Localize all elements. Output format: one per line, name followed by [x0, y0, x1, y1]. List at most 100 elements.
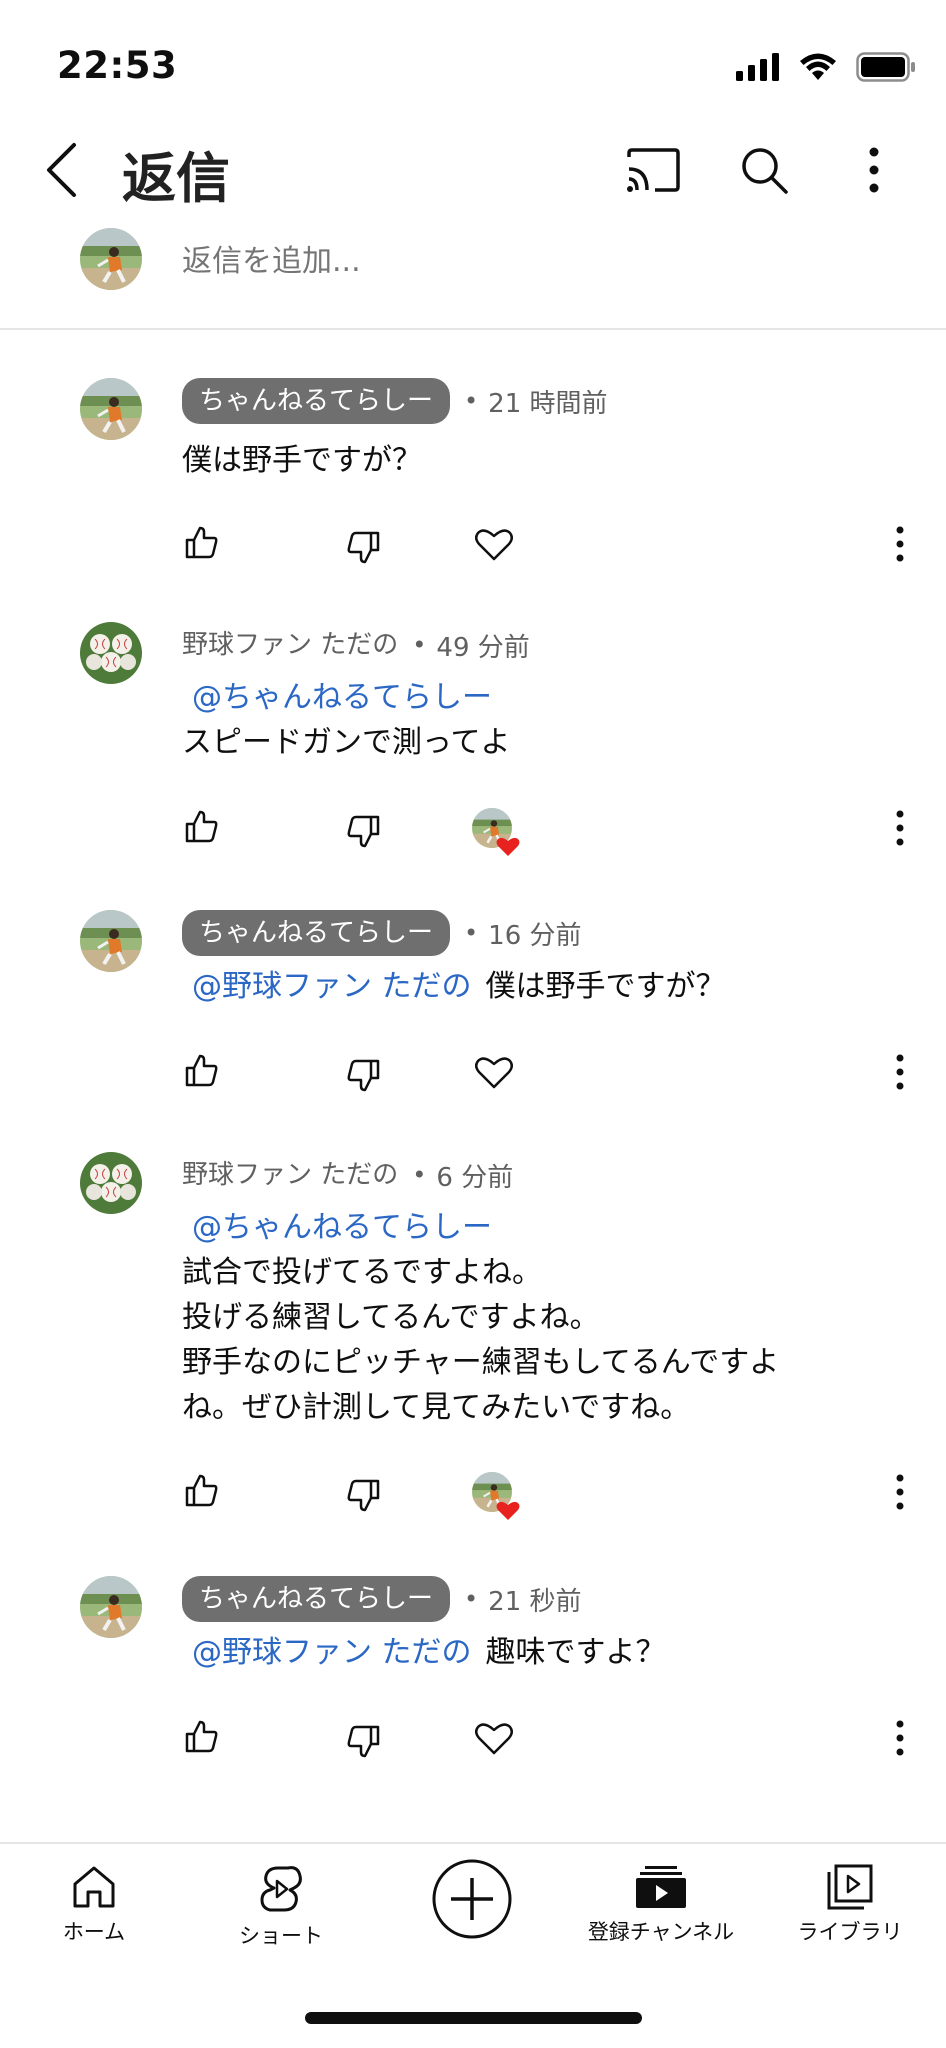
status-icons: [736, 52, 916, 82]
comment-meta: ちゃんねるてらしー • 16 分前: [182, 910, 582, 956]
battery-icon: [856, 52, 915, 82]
creator-heart-badge: [470, 1470, 520, 1520]
nav-library[interactable]: ライブラリ: [797, 1864, 903, 1946]
creator-author-badge[interactable]: ちゃんねるてらしー: [182, 910, 451, 956]
mention-link[interactable]: @野球ファン ただの: [192, 969, 472, 1004]
creator-author-badge[interactable]: ちゃんねるてらしー: [182, 378, 451, 424]
dislike-button[interactable]: [341, 526, 385, 570]
avatar[interactable]: [80, 622, 142, 684]
like-button[interactable]: [180, 1468, 224, 1512]
avatar: [80, 228, 142, 290]
avatar[interactable]: [80, 910, 142, 972]
nav-label: 登録チャンネル: [587, 1920, 735, 1944]
chevron-left-icon: [47, 143, 76, 197]
comment-time: 16 分前: [488, 920, 582, 951]
more-vertical-icon: [896, 1474, 904, 1510]
dislike-button[interactable]: [341, 1054, 385, 1098]
search-button[interactable]: [734, 140, 794, 200]
avatar[interactable]: [80, 1152, 142, 1214]
comment-time: 21 時間前: [488, 388, 608, 419]
mention-link[interactable]: @ちゃんねるてらしー: [192, 675, 497, 720]
cast-icon: [627, 148, 680, 192]
comment-more-button[interactable]: [882, 803, 918, 853]
add-reply-row: [0, 220, 946, 330]
shorts-icon: [260, 1866, 302, 1912]
mention-link[interactable]: @野球ファン ただの: [192, 1635, 472, 1670]
comment-meta: 野球ファン ただの • 49 分前: [182, 622, 530, 668]
avatar[interactable]: [80, 1576, 142, 1638]
more-vertical-icon: [869, 147, 879, 193]
thumbs-down-icon: [347, 1059, 380, 1092]
thumbs-down-icon: [347, 531, 380, 564]
nav-label: ライブラリ: [797, 1920, 903, 1944]
status-bar: 22:53: [0, 0, 946, 120]
nav-subscriptions[interactable]: 登録チャンネル: [586, 1864, 736, 1946]
comment-line: 僕は野手ですが？: [485, 969, 726, 1004]
like-button[interactable]: [180, 804, 224, 848]
thumbs-up-icon: [185, 810, 218, 843]
like-button[interactable]: [180, 1048, 224, 1092]
avatar[interactable]: [80, 378, 142, 440]
thumbs-up-icon: [185, 526, 218, 559]
dislike-button[interactable]: [341, 810, 385, 854]
comment-meta: ちゃんねるてらしー • 21 秒前: [182, 1576, 582, 1622]
cast-button[interactable]: [623, 140, 683, 200]
comment-line: 趣味ですよ？: [485, 1635, 666, 1670]
heart-outline-icon: [475, 1723, 513, 1755]
separator-dot: •: [464, 919, 479, 947]
heart-button[interactable]: [472, 522, 516, 566]
comment-line: 試合で投げてるですよね。: [182, 1255, 542, 1290]
create-button[interactable]: [431, 1858, 513, 1940]
app-header: 返信: [0, 120, 946, 220]
more-vertical-icon: [896, 810, 904, 846]
mention-link[interactable]: @ちゃんねるてらしー: [192, 1205, 765, 1250]
heart-button[interactable]: [472, 1050, 516, 1094]
separator-dot: •: [464, 1585, 479, 1613]
home-icon: [73, 1866, 115, 1908]
library-icon: [827, 1864, 873, 1910]
page-title: 返信: [122, 147, 230, 210]
comment-time: 21 秒前: [488, 1586, 582, 1617]
comment-meta: 野球ファン ただの • 6 分前: [182, 1152, 513, 1198]
like-button[interactable]: [180, 520, 224, 564]
comment-more-button[interactable]: [882, 1047, 918, 1097]
thumbs-down-icon: [347, 1725, 380, 1758]
subscriptions-icon: [636, 1866, 686, 1908]
reply-input[interactable]: [182, 244, 782, 279]
comment-author[interactable]: 野球ファン ただの: [182, 622, 398, 668]
like-button[interactable]: [180, 1714, 224, 1758]
comment-text: @ちゃんねるてらしー 試合で投げてるですよね。 投げる練習してるんですよね。 野…: [182, 1205, 779, 1430]
home-indicator[interactable]: [305, 2012, 642, 2024]
comment-time: 49 分前: [436, 632, 530, 663]
thumbs-up-icon: [185, 1054, 218, 1087]
search-icon: [742, 148, 788, 194]
comment-line: 僕は野手ですが？: [182, 443, 422, 478]
comment-more-button[interactable]: [882, 1713, 918, 1763]
more-options-button[interactable]: [844, 140, 904, 200]
dislike-button[interactable]: [341, 1720, 385, 1764]
nav-shorts[interactable]: ショート: [236, 1864, 326, 1950]
thumbs-down-icon: [347, 815, 380, 848]
thumbs-up-icon: [185, 1720, 218, 1753]
nav-home[interactable]: ホーム: [56, 1864, 132, 1946]
comment-text: @野球ファン ただの 僕は野手ですが？: [182, 964, 726, 1009]
thumbs-up-icon: [185, 1474, 218, 1507]
comment-text: @野球ファン ただの 趣味ですよ？: [182, 1630, 666, 1675]
comment-author[interactable]: 野球ファン ただの: [182, 1152, 398, 1198]
more-vertical-icon: [896, 1054, 904, 1090]
comment-line: ね。ぜひ計測して見てみたいですね。: [182, 1390, 691, 1425]
dislike-button[interactable]: [341, 1474, 385, 1518]
comment-more-button[interactable]: [882, 1467, 918, 1517]
comment-text: @ちゃんねるてらしー スピードガンで測ってよ: [182, 675, 511, 765]
heart-button[interactable]: [472, 1716, 516, 1760]
comment-time: 6 分前: [436, 1162, 514, 1193]
wifi-icon: [800, 53, 836, 80]
back-button[interactable]: [36, 130, 86, 210]
thumbs-down-icon: [347, 1479, 380, 1512]
cellular-signal-icon: [736, 53, 779, 81]
heart-outline-icon: [475, 529, 513, 561]
comment-line: スピードガンで測ってよ: [182, 725, 511, 760]
comment-more-button[interactable]: [882, 519, 918, 569]
nav-label: ショート: [239, 1924, 323, 1948]
creator-author-badge[interactable]: ちゃんねるてらしー: [182, 1576, 451, 1622]
